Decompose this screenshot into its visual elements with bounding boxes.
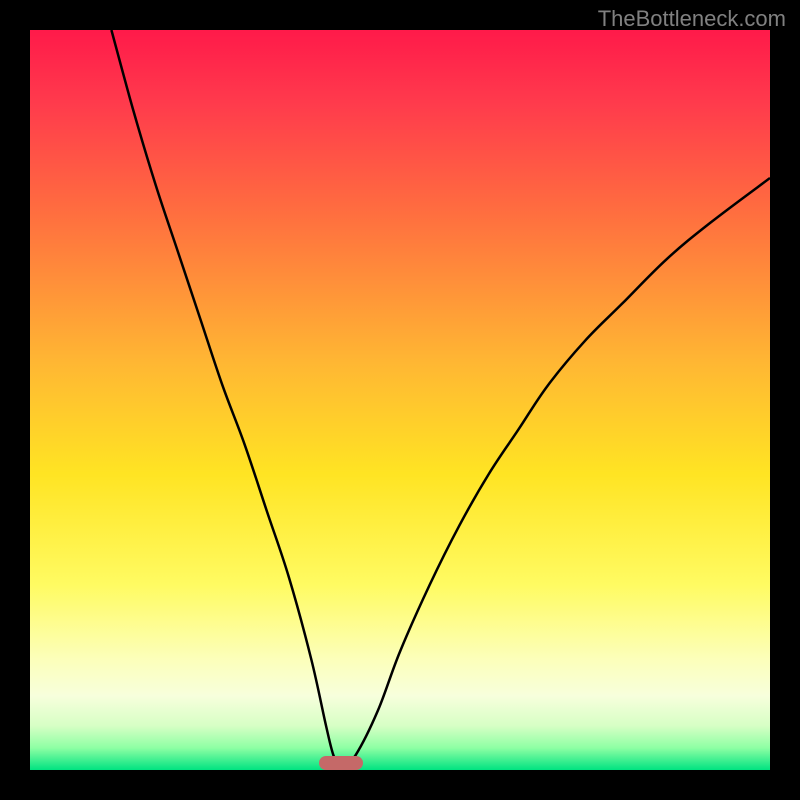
watermark-text: TheBottleneck.com <box>598 6 786 32</box>
chart-frame: TheBottleneck.com <box>0 0 800 800</box>
plot-area <box>30 30 770 770</box>
plot-svg <box>30 30 770 770</box>
optimal-marker <box>319 756 363 770</box>
